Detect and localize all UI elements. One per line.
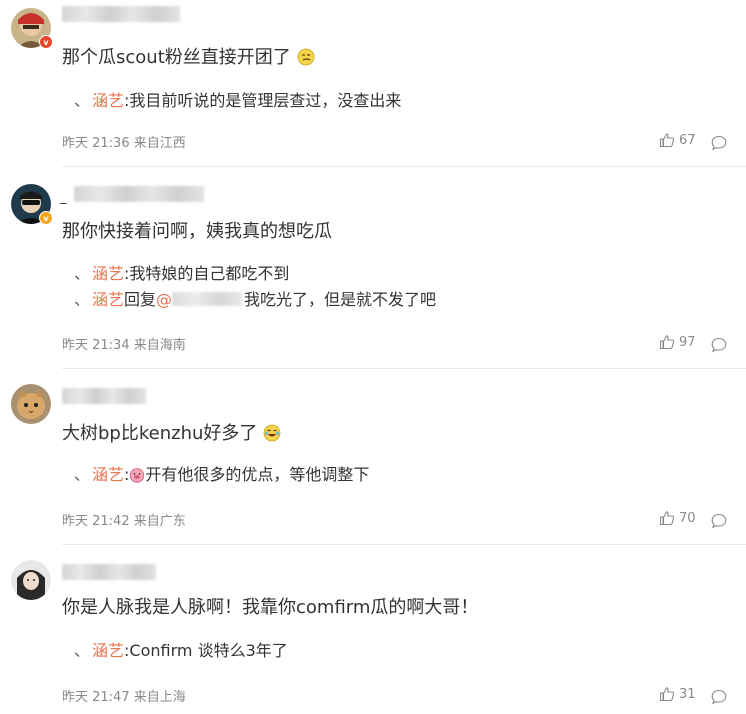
username-blurred[interactable] — [62, 388, 146, 404]
like-count: 97 — [679, 334, 696, 350]
avatar[interactable]: v — [11, 184, 53, 225]
like-button[interactable]: 70 — [659, 510, 696, 526]
reply-mark: 、 — [74, 465, 91, 484]
mention-blurred[interactable] — [172, 292, 243, 306]
reply-item: 、涵艺:我特娘的自己都吃不到 — [74, 263, 289, 285]
divider — [62, 166, 746, 167]
smug-face-emoji — [297, 48, 314, 66]
reply-item: 、涵艺:我目前听说的是管理层查过，没查出来 — [74, 90, 401, 112]
username-blurred[interactable] — [62, 564, 156, 580]
comment-location: 来自上海 — [133, 690, 186, 705]
reply-text: 我目前听说的是管理层查过，没查出来 — [129, 91, 402, 110]
reply-mark: 、 — [74, 91, 91, 110]
avatar[interactable]: v — [11, 8, 53, 49]
comment-bubble-icon[interactable] — [711, 135, 727, 151]
comment-bubble-icon[interactable] — [711, 337, 727, 353]
comment-text: 大树bp比kenzhu好多了 — [62, 422, 281, 446]
reply-item: 、涵艺: 开有他很多的优点，等他调整下 — [74, 464, 369, 486]
comment-location: 来自江西 — [133, 136, 186, 151]
like-button[interactable]: 31 — [659, 686, 696, 702]
divider — [62, 368, 746, 369]
comment-meta: 昨天 21:47 来自上海 — [62, 686, 186, 705]
comment-location: 来自广东 — [133, 514, 186, 529]
avatar[interactable] — [11, 384, 51, 424]
comment-meta: 昨天 21:36 来自江西 — [62, 132, 186, 151]
comment-time: 昨天 21:34 — [62, 338, 130, 353]
like-button[interactable]: 67 — [659, 132, 696, 148]
reply-author[interactable]: 涵艺 — [92, 91, 124, 110]
reply-item: 、涵艺回复@ 我吃光了，但是就不发了吧 — [74, 289, 436, 311]
thumbs-up-icon — [659, 335, 675, 350]
reply-text: 我吃光了，但是就不发了吧 — [244, 290, 437, 309]
comment-meta: 昨天 21:42 来自广东 — [62, 510, 186, 529]
reply-word: 回复 — [124, 290, 157, 309]
thumbs-up-icon — [659, 511, 675, 526]
username-blurred[interactable] — [74, 186, 204, 202]
comment-text: 那你快接着问啊，姨我真的想吃瓜 — [62, 221, 332, 242]
laughing-tears-emoji — [263, 424, 281, 442]
comment-time: 昨天 21:47 — [62, 690, 130, 705]
reply-text: 开有他很多的优点，等他调整下 — [145, 465, 370, 484]
like-button[interactable]: 97 — [659, 334, 696, 350]
like-count: 67 — [679, 132, 696, 148]
avatar-image — [11, 384, 51, 424]
like-count: 70 — [679, 510, 696, 526]
thumbs-up-icon — [659, 133, 675, 148]
thumbs-up-icon — [659, 687, 675, 702]
comment-bubble-icon[interactable] — [711, 689, 727, 705]
mention-link[interactable]: @ — [156, 290, 172, 309]
divider — [62, 544, 746, 545]
reply-author[interactable]: 涵艺 — [92, 641, 124, 660]
comment-time: 昨天 21:42 — [62, 514, 130, 529]
reply-mark: 、 — [74, 264, 91, 283]
username-blurred[interactable] — [62, 6, 180, 22]
reply-author[interactable]: 涵艺 — [92, 290, 124, 309]
comment-location: 来自海南 — [133, 338, 186, 353]
pig-emoji — [130, 468, 145, 483]
comment-text: 那个瓜scout粉丝直接开团了 — [62, 46, 315, 70]
comment-time: 昨天 21:36 — [62, 136, 130, 151]
reply-author[interactable]: 涵艺 — [92, 264, 124, 283]
comment-meta: 昨天 21:34 来自海南 — [62, 334, 186, 353]
reply-text: 我特娘的自己都吃不到 — [129, 264, 290, 283]
avatar-image — [11, 560, 51, 600]
username-prefix: _ — [60, 190, 67, 205]
verified-badge-icon: v — [39, 35, 53, 49]
avatar[interactable] — [11, 560, 51, 600]
reply-text: Confirm 谈特么3年了 — [129, 641, 288, 660]
like-count: 31 — [679, 686, 696, 702]
comment-bubble-icon[interactable] — [711, 513, 727, 529]
reply-author[interactable]: 涵艺 — [92, 465, 124, 484]
comment-text: 你是人脉我是人脉啊！我靠你comfirm瓜的啊大哥！ — [62, 597, 479, 618]
verified-badge-icon: v — [39, 211, 53, 225]
reply-mark: 、 — [74, 641, 91, 660]
reply-mark: 、 — [74, 290, 91, 309]
reply-item: 、涵艺:Confirm 谈特么3年了 — [74, 640, 288, 662]
